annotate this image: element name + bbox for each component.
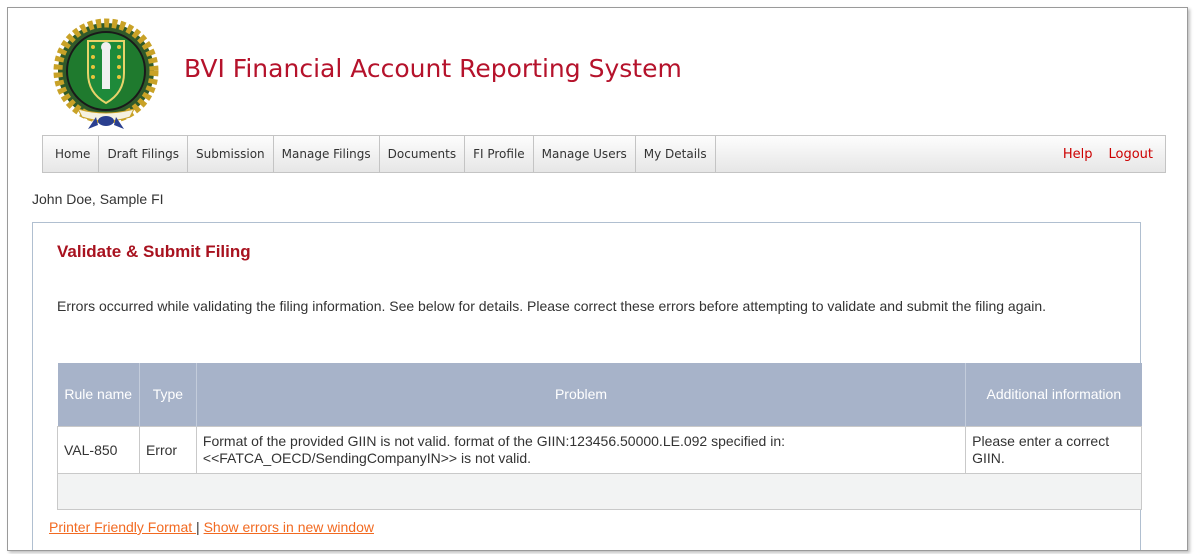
printer-friendly-link[interactable]: Printer Friendly Format [49,519,196,535]
nav-item-my-details[interactable]: My Details [636,135,716,173]
nav-item-submission[interactable]: Submission [188,135,274,173]
cell-additional-information: Please enter a correct GIIN. [965,426,1142,474]
nav-item-manage-users[interactable]: Manage Users [534,135,636,173]
site-title: BVI Financial Account Reporting System [184,54,682,83]
site-header: BVI Financial Account Reporting System [8,8,1187,134]
logout-link[interactable]: Logout [1108,147,1153,162]
cell-problem: Format of the provided GIIN is not valid… [195,426,967,474]
export-links: Printer Friendly Format | Show errors in… [49,519,374,535]
cell-type: Error [138,426,197,474]
nav-item-documents[interactable]: Documents [380,135,466,173]
help-link[interactable]: Help [1063,147,1093,162]
table-footer-cell [57,473,1142,510]
current-user-label: John Doe, Sample FI [32,191,164,207]
app-window: BVI Financial Account Reporting System H… [7,7,1188,551]
column-header-type: Type [139,363,197,427]
error-summary-message: Errors occurred while validating the fil… [57,298,1047,314]
validate-submit-panel: Validate & Submit Filing Errors occurred… [32,222,1142,550]
page-title: Validate & Submit Filing [57,242,251,261]
nav-item-manage-filings[interactable]: Manage Filings [274,135,380,173]
cell-rule-name: VAL-850 [57,426,140,474]
nav-item-fi-profile[interactable]: FI Profile [465,135,534,173]
table-row: VAL-850 Error Format of the provided GII… [57,426,1142,474]
nav-item-home[interactable]: Home [43,135,100,173]
validation-errors-table: Rule name Type Problem Additional inform… [57,363,1142,510]
show-errors-new-window-link[interactable]: Show errors in new window [204,519,374,535]
link-separator: | [196,519,200,535]
column-header-problem: Problem [196,363,967,427]
bvi-coat-of-arms-logo [53,18,159,129]
table-footer-row [57,473,1142,510]
column-header-rule-name: Rule name [57,363,140,427]
nav-right-links: Help Logout [1063,147,1165,162]
table-header-row: Rule name Type Problem Additional inform… [57,363,1142,427]
main-navigation: Home Draft Filings Submission Manage Fil… [42,135,1166,173]
column-header-additional-information: Additional information [965,363,1142,427]
nav-item-draft-filings[interactable]: Draft Filings [99,135,189,173]
